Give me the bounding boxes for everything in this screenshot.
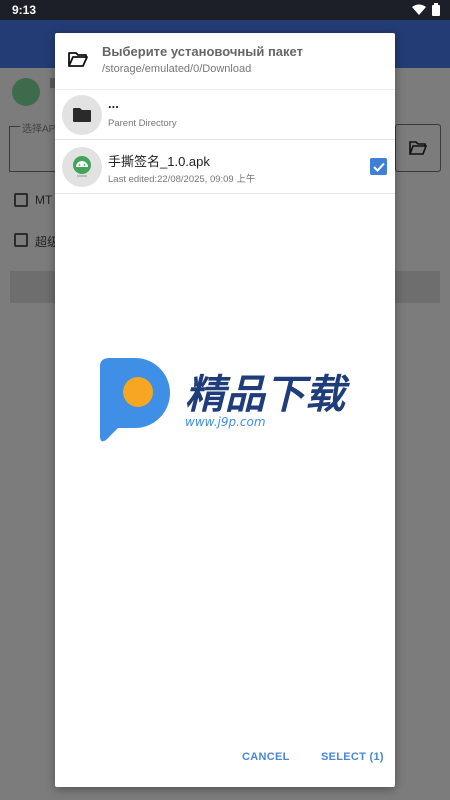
current-path: /storage/emulated/0/Download bbox=[102, 63, 252, 75]
file-subtitle: Parent Directory bbox=[108, 118, 177, 129]
option-2-checkbox[interactable] bbox=[14, 233, 28, 247]
watermark: 精品下载 www.j9p.com bbox=[100, 358, 350, 448]
apk-icon-circle bbox=[62, 147, 102, 187]
file-subtitle: Last edited:22/08/2025, 09:09 上午 bbox=[108, 174, 256, 185]
file-picker-dialog: Выберите установочный пакет /storage/emu… bbox=[55, 33, 395, 787]
option-1-checkbox[interactable] bbox=[14, 193, 28, 207]
apk-path-input-label: 选择AP bbox=[20, 120, 58, 135]
battery-icon bbox=[432, 3, 440, 16]
status-icons bbox=[412, 3, 440, 16]
dialog-header: Выберите установочный пакет /storage/emu… bbox=[55, 33, 395, 89]
check-icon bbox=[372, 162, 385, 172]
select-button[interactable]: SELECT (1) bbox=[321, 751, 384, 763]
watermark-url: www.j9p.com bbox=[185, 415, 266, 429]
folder-icon-circle bbox=[62, 95, 102, 135]
option-1-label: MT bbox=[35, 193, 53, 207]
file-name: ... bbox=[108, 96, 119, 111]
folder-open-icon bbox=[68, 52, 88, 67]
selected-checkbox[interactable] bbox=[370, 158, 387, 175]
folder-icon bbox=[73, 108, 91, 122]
android-apk-icon bbox=[73, 156, 91, 177]
app-icon bbox=[12, 78, 40, 106]
j9p-logo-icon: 精品下载 www.j9p.com bbox=[100, 358, 350, 442]
folder-open-icon bbox=[409, 141, 427, 155]
status-bar: 9:13 bbox=[0, 0, 450, 20]
dialog-actions: CANCEL SELECT (1) bbox=[55, 731, 395, 787]
cancel-button[interactable]: CANCEL bbox=[242, 751, 290, 763]
parent-directory-row[interactable]: ... Parent Directory bbox=[55, 89, 395, 140]
watermark-brand: 精品下载 bbox=[185, 372, 350, 418]
dialog-title: Выберите установочный пакет bbox=[102, 44, 303, 59]
file-name: 手撕签名_1.0.apk bbox=[108, 154, 210, 169]
wifi-icon bbox=[412, 4, 426, 15]
browse-folder-button[interactable] bbox=[395, 124, 441, 172]
apk-file-row[interactable]: 手撕签名_1.0.apk Last edited:22/08/2025, 09:… bbox=[55, 140, 395, 194]
status-time: 9:13 bbox=[12, 3, 37, 17]
